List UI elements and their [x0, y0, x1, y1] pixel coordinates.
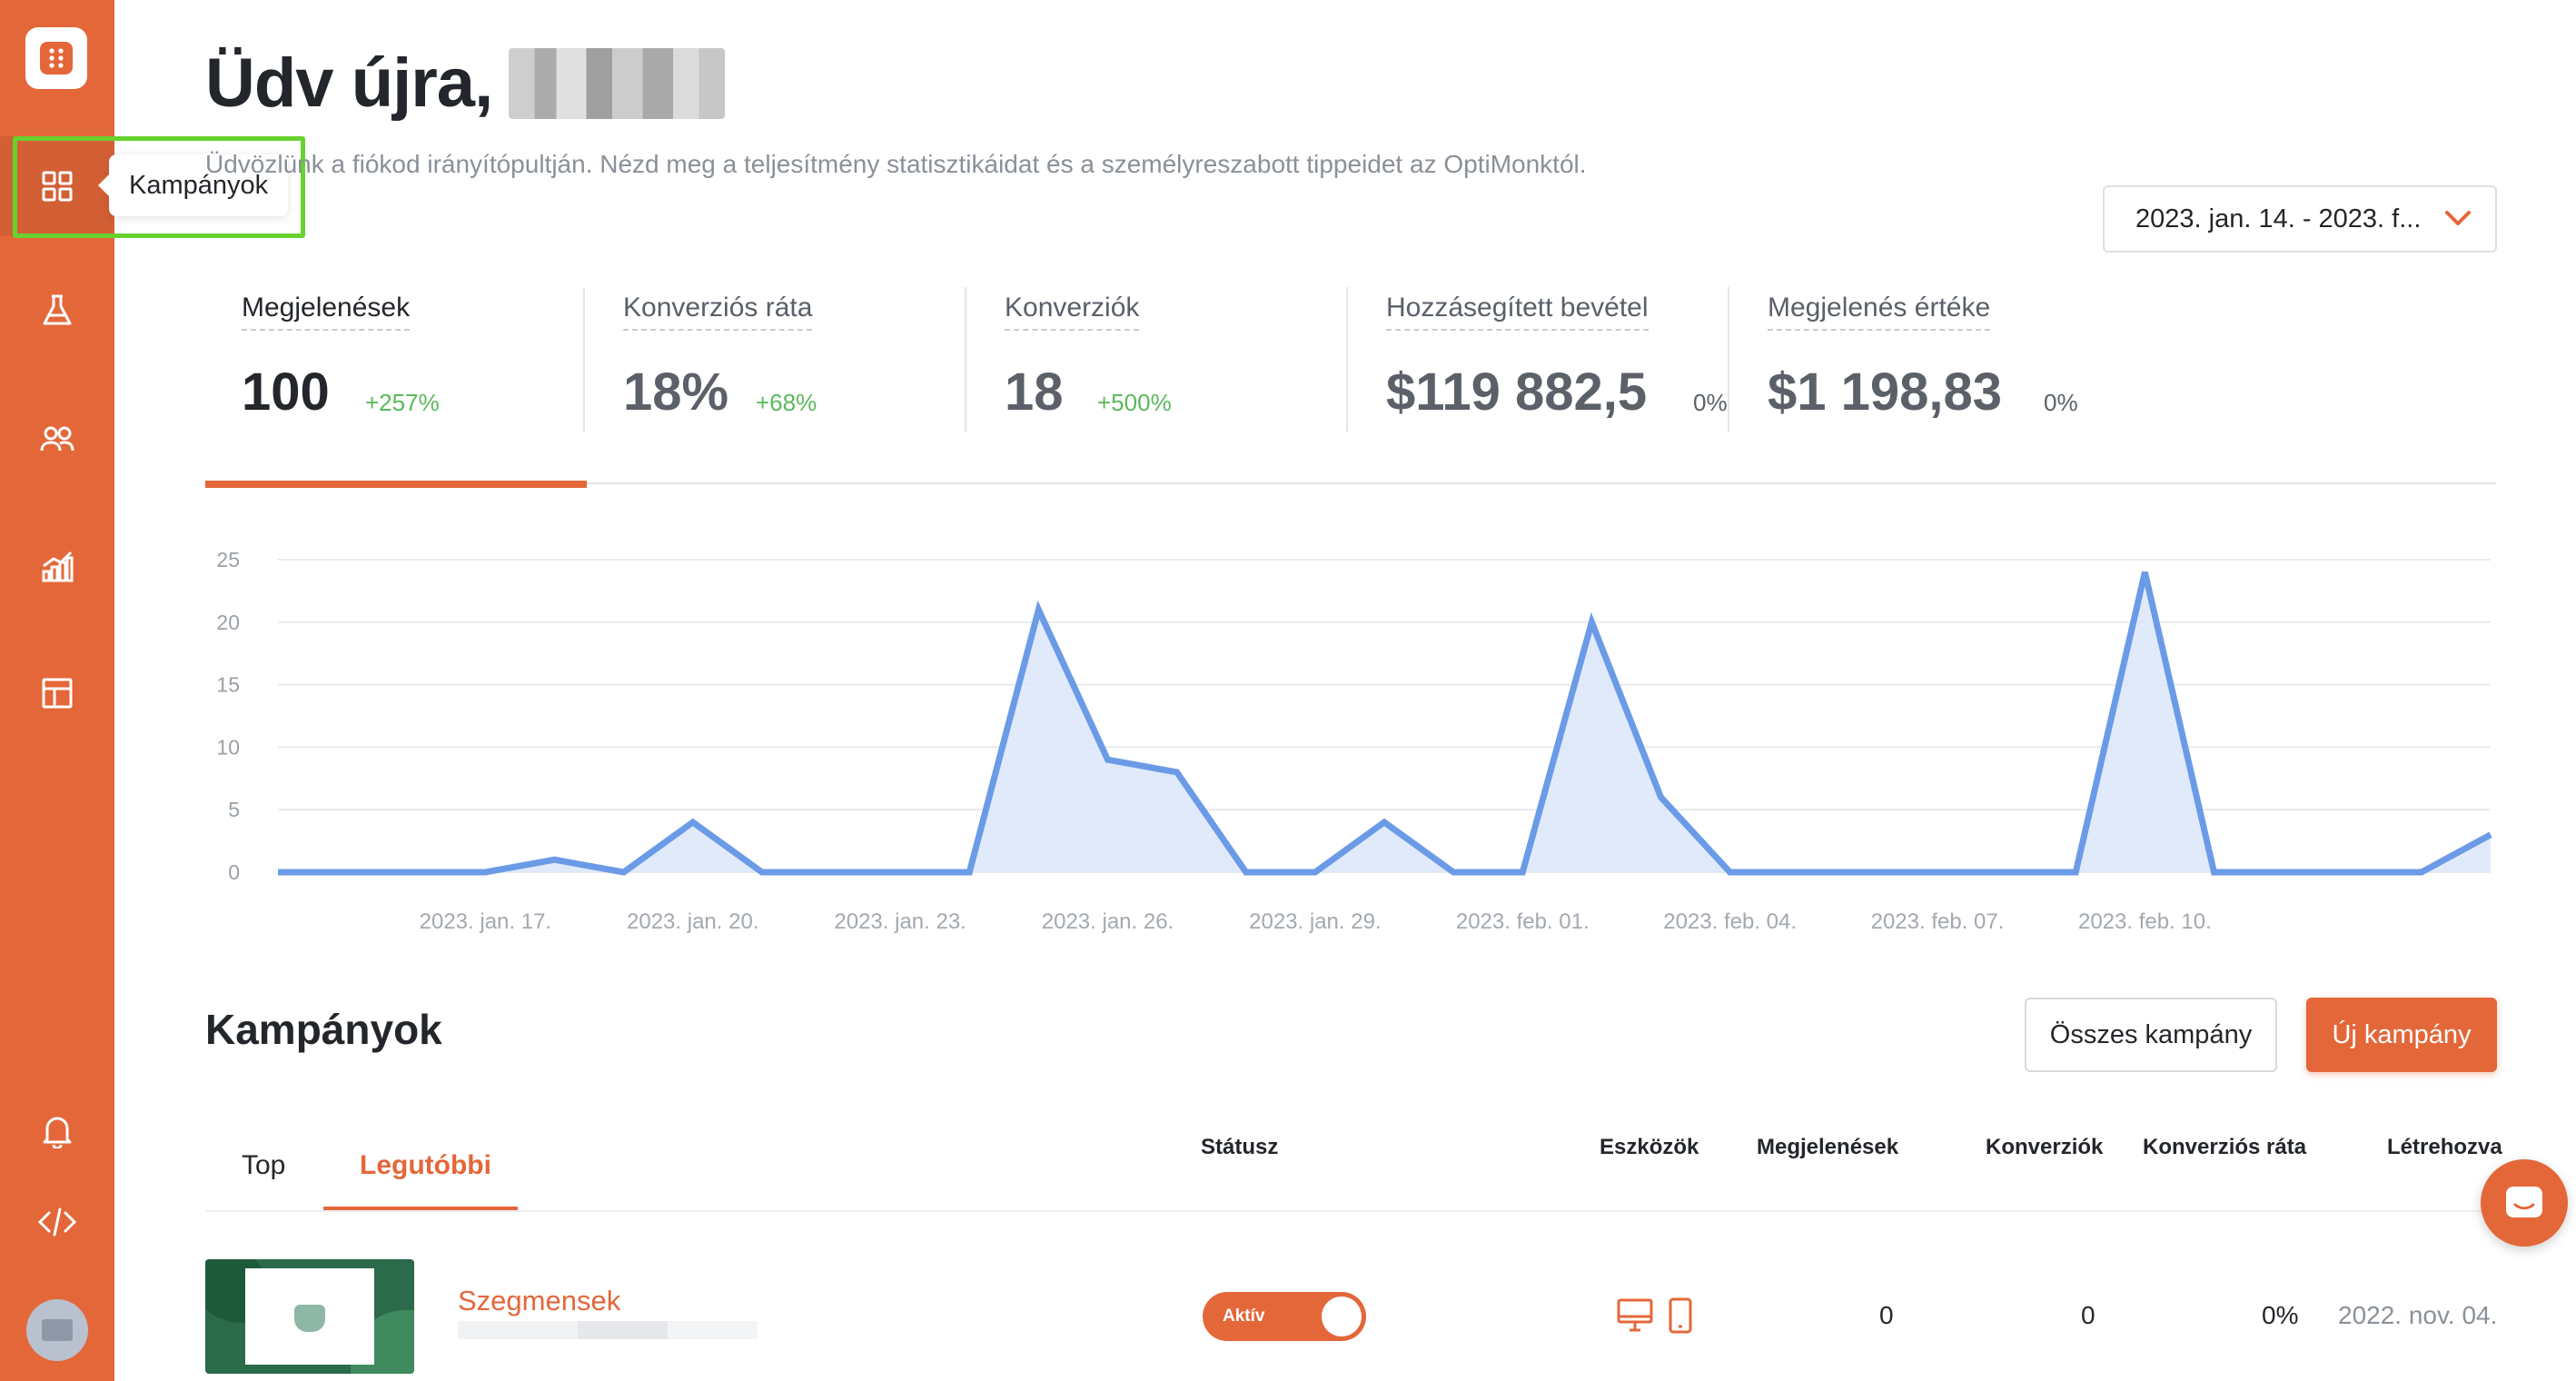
sidebar-item-subscribers[interactable] [0, 389, 114, 489]
campaign-thumbnail[interactable] [205, 1259, 414, 1374]
greeting-text: Üdv újra, [205, 45, 493, 122]
tab-recent[interactable]: Legutóbbi [360, 1150, 491, 1181]
x-tick-label: 2023. jan. 17. [420, 909, 551, 934]
mobile-icon [1669, 1297, 1692, 1334]
impressions-value: 0 [1879, 1301, 1894, 1329]
x-tick-label: 2023. feb. 01. [1456, 909, 1590, 934]
kpi-delta: 0% [1693, 389, 1728, 416]
impressions-chart: 0 5 10 15 20 25 2023. jan. 17. 2023. jan. 20. 20… [216, 548, 2492, 934]
chat-icon [2506, 1187, 2542, 1217]
kpi-value: 100 [242, 363, 330, 422]
table-header-divider [205, 1210, 2496, 1212]
created-date: 2022. nov. 04. [2338, 1301, 2498, 1329]
kpi-delta: +500% [1097, 389, 1172, 416]
series-area [278, 571, 2491, 872]
sidebar [0, 0, 114, 1381]
kpi-value: 18 [1005, 363, 1064, 422]
chat-button[interactable] [2481, 1159, 2568, 1247]
column-header-devices: Eszközök [1600, 1135, 1699, 1159]
blurred-user-name [509, 47, 726, 119]
kpi-label: Konverziós ráta [623, 293, 813, 331]
users-icon [40, 426, 74, 452]
y-tick-label: 25 [216, 548, 240, 571]
kpi-conversion-rate[interactable]: Konverziós ráta 18% +68% [587, 287, 968, 432]
kpi-assisted-revenue[interactable]: Hozzásegített bevétel $119 882,5 0% [1350, 287, 1731, 432]
x-tick-label: 2023. feb. 07. [1871, 909, 2005, 934]
status-label: Aktív [1223, 1306, 1265, 1326]
page-subtitle: Üdvözlünk a fiókod irányítópultján. Nézd… [205, 150, 1587, 178]
grid-icon [42, 171, 73, 202]
kpi-divider [1346, 287, 1348, 432]
x-tick-label: 2023. feb. 04. [1663, 909, 1797, 934]
sidebar-item-analytics[interactable] [0, 516, 114, 616]
date-range-value: 2023. jan. 14. - 2023. f... [2135, 204, 2422, 233]
kpi-row: Megjelenések 100 +257% Konverziós ráta 1… [205, 287, 2496, 487]
kpi-label: Konverziók [1005, 293, 1140, 331]
column-header-status: Státusz [1201, 1135, 1279, 1159]
logo-icon [40, 42, 73, 75]
kpi-divider [1728, 287, 1729, 432]
column-header-impressions: Megjelenések [1757, 1135, 1899, 1159]
y-tick-label: 15 [216, 673, 240, 697]
column-header-conversion-rate: Konverziós ráta [2143, 1135, 2307, 1159]
conversions-value: 0 [2081, 1301, 2095, 1329]
column-header-conversions: Konverziók [1986, 1135, 2104, 1159]
avatar[interactable] [26, 1299, 88, 1361]
kpi-active-indicator [205, 481, 587, 488]
kpi-divider [583, 287, 585, 432]
kpi-value: $119 882,5 [1386, 363, 1648, 422]
sidebar-item-notifications[interactable] [0, 1081, 114, 1181]
kpi-divider [965, 287, 966, 432]
campaigns-title: Kampányok [205, 1006, 442, 1053]
kpi-value: 18% [623, 363, 729, 422]
tab-top[interactable]: Top [242, 1150, 285, 1181]
bell-icon [43, 1117, 72, 1148]
y-tick-label: 0 [228, 860, 240, 884]
campaign-name-link[interactable]: Szegmensek [458, 1285, 620, 1317]
sidebar-item-code[interactable] [0, 1172, 114, 1272]
kpi-label: Megjelenések [242, 293, 411, 331]
toggle-knob [1322, 1297, 1362, 1336]
page-title: Üdv újra, [205, 44, 726, 123]
status-toggle[interactable]: Aktív [1203, 1292, 1366, 1341]
desktop-icon [1617, 1298, 1653, 1332]
layout-icon [42, 678, 73, 709]
new-campaign-button[interactable]: Új kampány [2306, 998, 2497, 1072]
chart-icon [42, 551, 74, 582]
kpi-impression-value[interactable]: Megjelenés értéke $1 198,83 0% [1731, 287, 2113, 432]
kpi-conversions[interactable]: Konverziók 18 +500% [968, 287, 1350, 432]
kpi-value: $1 198,83 [1768, 363, 2003, 422]
x-tick-label: 2023. jan. 23. [834, 909, 966, 934]
kpi-delta: +68% [756, 389, 817, 416]
sidebar-item-experiments[interactable] [0, 261, 114, 361]
date-range-select[interactable]: 2023. jan. 14. - 2023. f... [2103, 185, 2497, 253]
y-tick-label: 5 [228, 798, 240, 821]
kpi-delta: 0% [2044, 389, 2078, 416]
flask-icon [43, 294, 72, 325]
sidebar-item-templates[interactable] [0, 643, 114, 743]
column-header-created: Létrehozva [2387, 1135, 2502, 1159]
y-tick-label: 10 [216, 735, 240, 759]
conversion-rate-value: 0% [2262, 1301, 2299, 1329]
y-tick-label: 20 [216, 611, 240, 634]
campaign-domain-blurred [458, 1321, 758, 1339]
kpi-impressions[interactable]: Megjelenések 100 +257% [205, 287, 587, 432]
x-tick-label: 2023. jan. 26. [1042, 909, 1174, 934]
x-tick-label: 2023. feb. 10. [2078, 909, 2212, 934]
chevron-down-icon [2445, 211, 2471, 225]
all-campaigns-button[interactable]: Összes kampány [2025, 998, 2277, 1072]
code-icon [38, 1207, 76, 1237]
kpi-delta: +257% [365, 389, 440, 416]
logo[interactable] [25, 27, 87, 89]
kpi-label: Hozzásegített bevétel [1386, 293, 1649, 331]
kpi-label: Megjelenés értéke [1768, 293, 1991, 331]
x-tick-label: 2023. jan. 29. [1249, 909, 1381, 934]
x-tick-label: 2023. jan. 20. [627, 909, 758, 934]
